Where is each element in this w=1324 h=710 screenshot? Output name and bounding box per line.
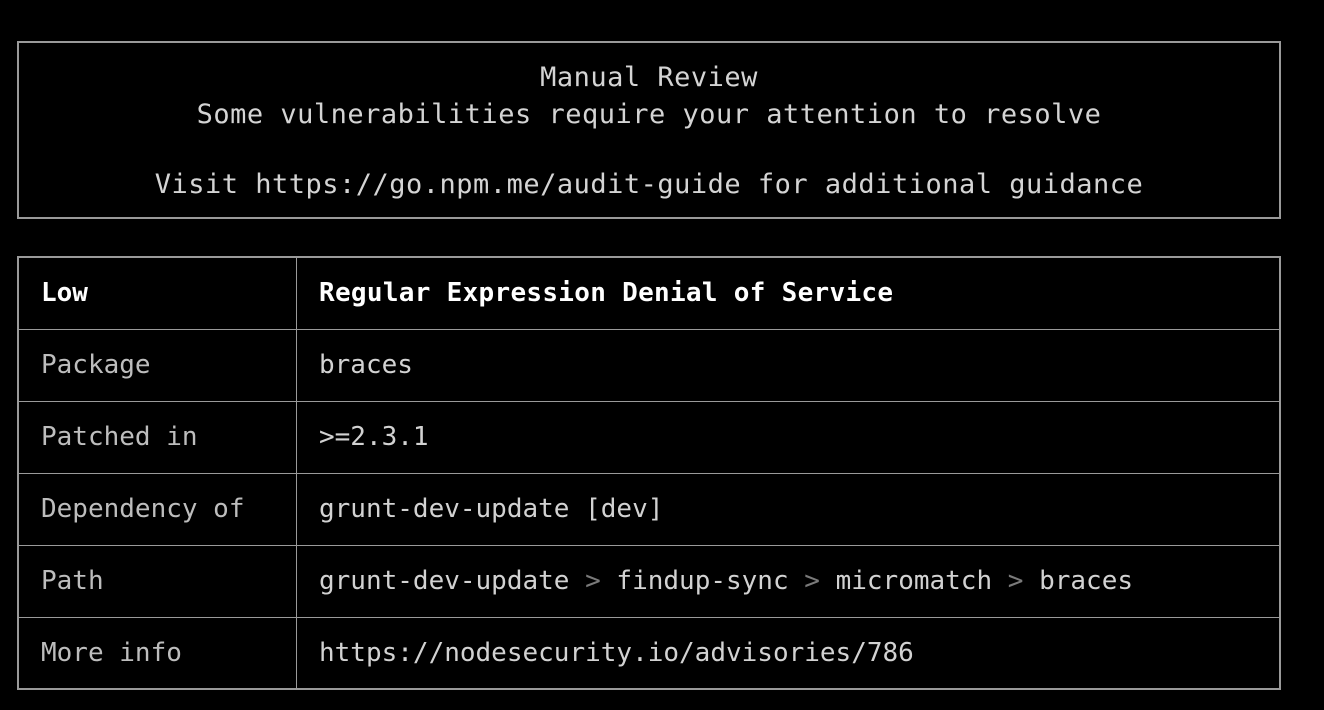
terminal-output: Manual Review Some vulnerabilities requi…: [0, 0, 1324, 710]
path-segment: findup-sync: [616, 566, 789, 596]
advisory-table: Low Regular Expression Denial of Service…: [17, 256, 1281, 690]
row-value-more-info-link[interactable]: https://nodesecurity.io/advisories/786: [296, 616, 1281, 690]
table-row: Patched in >=2.3.1: [17, 400, 1281, 474]
manual-review-banner: Manual Review Some vulnerabilities requi…: [17, 41, 1281, 219]
path-separator-icon: >: [992, 566, 1040, 596]
table-row: Package braces: [17, 328, 1281, 402]
severity-badge: Low: [17, 256, 297, 330]
row-label-path: Path: [17, 544, 297, 618]
row-value-path: grunt-dev-update > findup-sync > microma…: [296, 544, 1281, 618]
advisory-title: Regular Expression Denial of Service: [296, 256, 1281, 330]
row-label-dependency-of: Dependency of: [17, 472, 297, 546]
row-value-package: braces: [296, 328, 1281, 402]
path-separator-icon: >: [788, 566, 836, 596]
table-row: Dependency of grunt-dev-update [dev]: [17, 472, 1281, 546]
path-separator-icon: >: [569, 566, 617, 596]
banner-guide-link[interactable]: Visit https://go.npm.me/audit-guide for …: [155, 167, 1144, 203]
banner-title: Manual Review: [540, 62, 758, 93]
banner-subtitle: Some vulnerabilities require your attent…: [196, 99, 1102, 130]
row-label-more-info: More info: [17, 616, 297, 690]
row-label-package: Package: [17, 328, 297, 402]
path-segment: braces: [1039, 566, 1134, 596]
table-row-severity: Low Regular Expression Denial of Service: [17, 256, 1281, 330]
row-value-dependency-of: grunt-dev-update [dev]: [296, 472, 1281, 546]
path-segment: grunt-dev-update: [319, 566, 570, 596]
path-segment: micromatch: [835, 566, 993, 596]
row-label-patched-in: Patched in: [17, 400, 297, 474]
row-value-patched-in: >=2.3.1: [296, 400, 1281, 474]
table-row: More info https://nodesecurity.io/adviso…: [17, 616, 1281, 690]
table-row: Path grunt-dev-update > findup-sync > mi…: [17, 544, 1281, 618]
